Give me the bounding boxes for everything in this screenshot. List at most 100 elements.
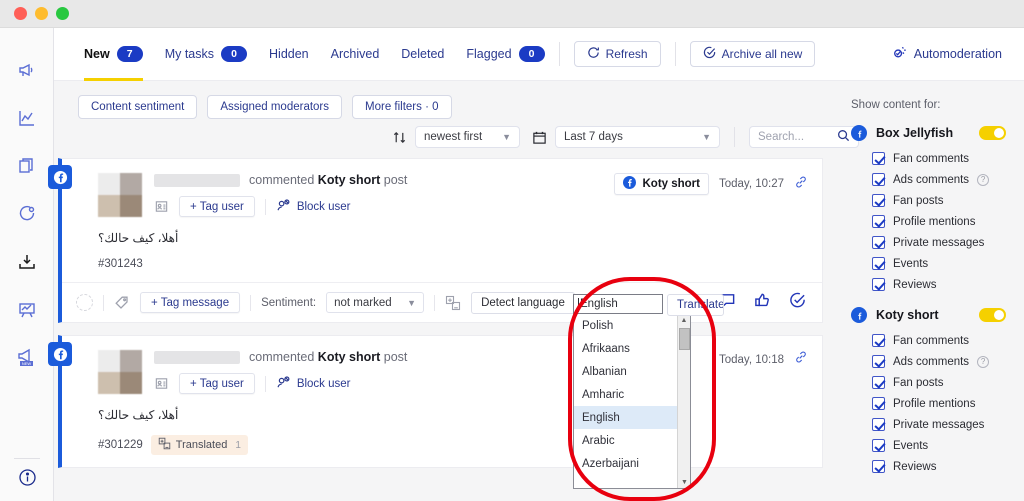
checkbox-icon[interactable] <box>872 194 885 207</box>
documents-icon[interactable] <box>11 150 43 182</box>
checkbox-ads-comments[interactable]: Ads comments ? <box>851 173 1024 186</box>
dropdown-scrollbar[interactable]: ▲ ▼ <box>677 314 690 488</box>
megaphone-icon[interactable] <box>11 54 43 86</box>
language-option-albanian[interactable]: Albanian <box>574 360 690 383</box>
checkbox-private-messages[interactable]: Private messages <box>851 418 1024 431</box>
group-toggle[interactable] <box>979 308 1006 322</box>
checkbox-icon[interactable] <box>872 257 885 270</box>
archive-all-new-label: Archive all new <box>721 47 803 61</box>
checkbox-icon[interactable] <box>872 236 885 249</box>
minimize-window-button[interactable] <box>35 7 48 20</box>
sort-order-icon[interactable] <box>392 130 407 145</box>
language-option-polish[interactable]: Polish <box>574 314 690 337</box>
checkbox-icon[interactable] <box>872 173 885 186</box>
checkbox-icon[interactable] <box>872 278 885 291</box>
like-icon[interactable] <box>754 292 771 314</box>
checkbox-icon[interactable] <box>872 418 885 431</box>
checkbox-icon[interactable] <box>872 215 885 228</box>
language-option-arabic[interactable]: Arabic <box>574 429 690 452</box>
close-window-button[interactable] <box>14 7 27 20</box>
language-option-partial[interactable] <box>574 475 690 485</box>
checkbox-private-messages[interactable]: Private messages <box>851 236 1024 249</box>
tag-icon[interactable] <box>114 295 130 311</box>
translate-button[interactable]: Translate <box>667 294 724 316</box>
block-user-button[interactable]: Block user <box>276 375 351 393</box>
tab-archived[interactable]: Archived <box>331 28 380 81</box>
checkbox-events[interactable]: Events <box>851 257 1024 270</box>
sort-order-select[interactable]: newest first ▼ <box>415 126 520 148</box>
filter-more-filters[interactable]: More filters · 0 <box>352 95 452 119</box>
checkbox-ads-comments[interactable]: Ads comments ? <box>851 355 1024 368</box>
checkbox-reviews[interactable]: Reviews <box>851 460 1024 473</box>
sentiment-select[interactable]: not marked ▼ <box>326 292 425 313</box>
sidebar-group-box-jellyfish: Box Jellyfish Fan comments Ads comments … <box>851 125 1024 291</box>
checkbox-icon[interactable] <box>872 334 885 347</box>
block-user-button[interactable]: Block user <box>276 198 351 216</box>
archive-all-new-button[interactable]: Archive all new <box>689 41 816 67</box>
checkbox-fan-posts[interactable]: Fan posts <box>851 194 1024 207</box>
calendar-icon[interactable] <box>532 130 547 145</box>
group-toggle[interactable] <box>979 126 1006 140</box>
checkbox-label: Profile mentions <box>893 397 976 410</box>
scroll-down-arrow-icon[interactable]: ▼ <box>678 476 690 488</box>
approve-check-icon[interactable] <box>789 292 806 314</box>
checkbox-icon[interactable] <box>872 355 885 368</box>
tab-my-tasks[interactable]: My tasks 0 <box>164 28 248 81</box>
language-option-azerbaijani[interactable]: Azerbaijani <box>574 452 690 475</box>
automoderation-button[interactable]: Automoderation <box>892 45 1002 63</box>
refresh-button[interactable]: Refresh <box>573 41 661 67</box>
checkbox-icon[interactable] <box>872 397 885 410</box>
sentiment-value: not marked <box>334 296 392 309</box>
checkbox-icon[interactable] <box>872 376 885 389</box>
action-verb: commented <box>249 350 315 364</box>
checkbox-profile-mentions[interactable]: Profile mentions <box>851 397 1024 410</box>
settings-icon[interactable] <box>11 198 43 230</box>
checkbox-events[interactable]: Events <box>851 439 1024 452</box>
help-icon[interactable]: ? <box>977 173 990 186</box>
language-input[interactable]: English <box>573 294 663 314</box>
language-option-list[interactable]: Polish Afrikaans Albanian Amharic Englis… <box>573 314 691 489</box>
checkbox-icon[interactable] <box>872 152 885 165</box>
author-name-redacted <box>154 350 240 364</box>
link-icon[interactable] <box>794 175 808 194</box>
language-option-amharic[interactable]: Amharic <box>574 383 690 406</box>
info-icon[interactable] <box>0 458 54 487</box>
checkbox-icon[interactable] <box>872 460 885 473</box>
detect-language-button[interactable]: Detect language <box>471 291 575 314</box>
filter-content-sentiment[interactable]: Content sentiment <box>78 95 198 119</box>
checkbox-profile-mentions[interactable]: Profile mentions <box>851 215 1024 228</box>
contact-card-icon[interactable] <box>154 199 169 214</box>
scroll-thumb[interactable] <box>679 328 690 350</box>
link-icon[interactable] <box>794 350 808 369</box>
tab-new[interactable]: New 7 <box>84 28 143 81</box>
checkbox-fan-comments[interactable]: Fan comments <box>851 334 1024 347</box>
checkbox-fan-comments[interactable]: Fan comments <box>851 152 1024 165</box>
tab-archived-label: Archived <box>330 47 380 61</box>
presentation-icon[interactable] <box>11 294 43 326</box>
contact-card-icon[interactable] <box>154 376 169 391</box>
maximize-window-button[interactable] <box>56 7 69 20</box>
sidebar-title: Show content for: <box>851 99 941 111</box>
source-page-chip[interactable]: Koty short <box>614 173 709 195</box>
tab-deleted[interactable]: Deleted <box>401 28 444 81</box>
inbox-icon[interactable] <box>11 246 43 278</box>
left-nav-rail: NEW <box>0 28 54 501</box>
checkbox-reviews[interactable]: Reviews <box>851 278 1024 291</box>
tag-message-button[interactable]: + Tag message <box>140 292 241 313</box>
language-option-afrikaans[interactable]: Afrikaans <box>574 337 690 360</box>
announcement-icon[interactable]: NEW <box>11 342 43 374</box>
tab-hidden[interactable]: Hidden <box>269 28 309 81</box>
date-range-select[interactable]: Last 7 days ▼ <box>555 126 720 148</box>
tab-my-tasks-label: My tasks <box>164 47 215 61</box>
language-option-english[interactable]: English <box>574 406 690 429</box>
action-suffix: post <box>383 173 408 187</box>
tab-flagged[interactable]: Flagged 0 <box>466 28 545 81</box>
filter-assigned-moderators[interactable]: Assigned moderators <box>207 95 343 119</box>
analytics-icon[interactable] <box>11 102 43 134</box>
checkbox-fan-posts[interactable]: Fan posts <box>851 376 1024 389</box>
chevron-down-icon: ▼ <box>502 132 511 142</box>
help-icon[interactable]: ? <box>977 355 990 368</box>
tag-user-button[interactable]: + Tag user <box>179 196 255 217</box>
checkbox-icon[interactable] <box>872 439 885 452</box>
tag-user-button[interactable]: + Tag user <box>179 373 255 394</box>
